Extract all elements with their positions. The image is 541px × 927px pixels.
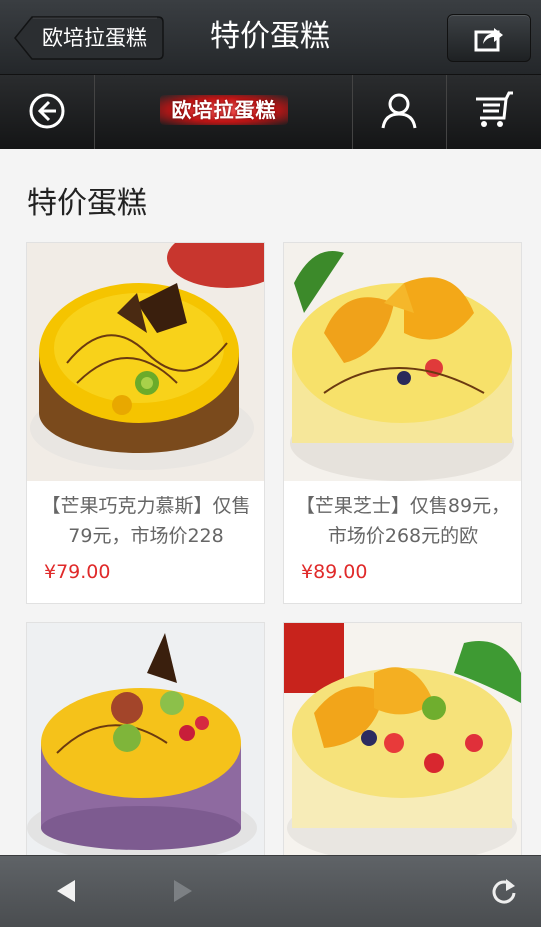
header-back-label: 欧培拉蛋糕	[42, 26, 147, 50]
product-card[interactable]: 【芒果巧克力慕斯】仅售79元，市场价228 ¥79.00	[26, 242, 265, 604]
refresh-icon[interactable]	[490, 877, 518, 905]
user-button[interactable]	[353, 75, 447, 149]
cart-icon	[476, 91, 513, 127]
triangle-right-icon[interactable]	[170, 878, 194, 904]
product-image	[27, 243, 264, 481]
product-description: 【芒果巧克力慕斯】仅售79元，市场价228	[41, 495, 251, 547]
product-price: ¥89.00	[301, 561, 368, 583]
product-card[interactable]	[26, 622, 265, 855]
browser-toolbar	[0, 855, 541, 927]
share-button[interactable]	[447, 14, 531, 62]
product-price: ¥79.00	[44, 561, 111, 583]
cart-button[interactable]	[447, 75, 541, 149]
product-image	[284, 623, 521, 855]
product-card[interactable]	[283, 622, 522, 855]
app-header: 欧培拉蛋糕 特价蛋糕	[0, 0, 541, 75]
nav-back-button[interactable]	[0, 75, 95, 149]
share-icon	[474, 28, 503, 52]
user-icon	[381, 93, 417, 129]
section-title: 特价蛋糕	[27, 186, 147, 221]
page-title: 特价蛋糕	[210, 19, 330, 54]
nav-bar: 欧培拉蛋糕	[0, 75, 541, 149]
main-content: 特价蛋糕 【芒果巧克力慕斯】仅售79元，市场价228 ¥79.00 【芒果芝士】…	[0, 150, 541, 855]
product-card[interactable]: 【芒果芝士】仅售89元，市场价268元的欧 ¥89.00	[283, 242, 522, 604]
circle-back-arrow-icon	[29, 93, 65, 129]
brand-logo[interactable]: 欧培拉蛋糕	[160, 95, 288, 125]
product-description: 【芒果芝士】仅售89元，市场价268元的欧	[295, 495, 511, 547]
header-back-button[interactable]: 欧培拉蛋糕	[14, 16, 164, 60]
triangle-left-icon[interactable]	[55, 878, 79, 904]
logo-text: 欧培拉蛋糕	[171, 98, 277, 122]
product-image	[284, 243, 521, 481]
product-image	[27, 623, 264, 855]
